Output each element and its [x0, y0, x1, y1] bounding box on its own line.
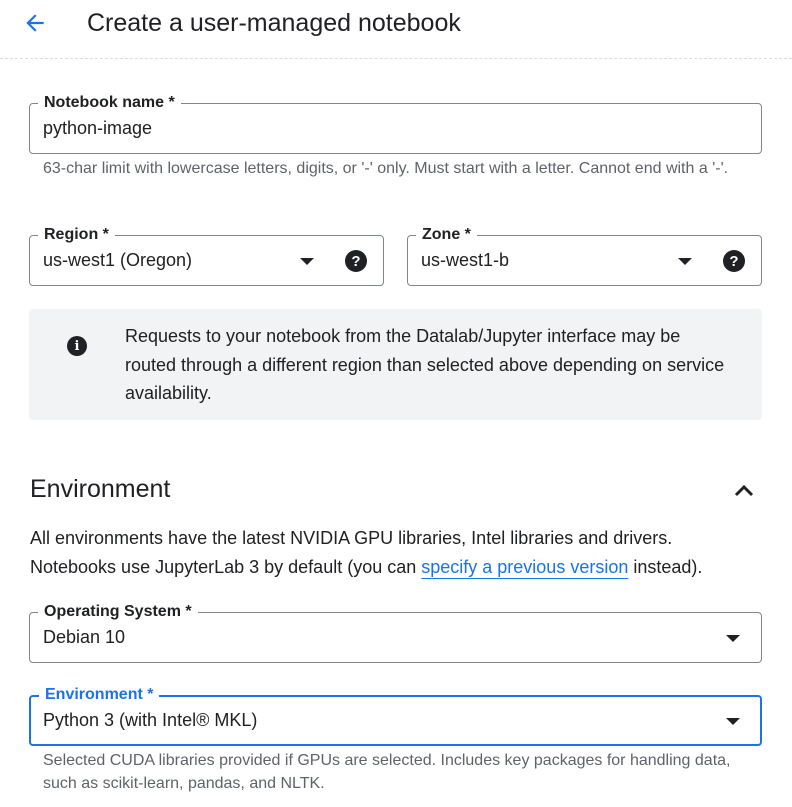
- notebook-name-field[interactable]: Notebook name * python-image: [29, 93, 762, 154]
- collapse-button[interactable]: [728, 476, 760, 504]
- region-value: us-west1 (Oregon): [43, 250, 193, 270]
- notebook-name-input[interactable]: python-image: [43, 104, 152, 153]
- operating-system-value: Debian 10: [43, 627, 126, 647]
- zone-select[interactable]: Zone * us-west1-b ?: [407, 225, 762, 286]
- region-select[interactable]: Region * us-west1 (Oregon) ?: [29, 225, 384, 286]
- dropdown-arrow-icon: [726, 635, 740, 642]
- dropdown-arrow-icon: [300, 258, 314, 265]
- environment-select[interactable]: Environment * Python 3 (with Intel® MKL): [29, 685, 762, 746]
- environment-value: Python 3 (with Intel® MKL): [43, 710, 258, 730]
- chevron-up-icon: [734, 484, 754, 497]
- environment-hint: Selected CUDA libraries provided if GPUs…: [43, 752, 731, 792]
- region-info-box: i Requests to your notebook from the Dat…: [29, 309, 762, 420]
- environment-description: All environments have the latest NVIDIA …: [30, 524, 770, 581]
- zone-value: us-west1-b: [421, 250, 510, 270]
- help-icon[interactable]: ?: [345, 250, 367, 272]
- dropdown-arrow-icon: [726, 718, 740, 725]
- notebook-name-hint: 63-char limit with lowercase letters, di…: [43, 160, 729, 177]
- arrow-back-icon: [26, 14, 44, 32]
- environment-description-line1: All environments have the latest NVIDIA …: [30, 528, 673, 548]
- operating-system-select[interactable]: Operating System * Debian 10: [29, 602, 762, 663]
- info-icon: i: [67, 336, 87, 356]
- specify-previous-version-link[interactable]: specify a previous version: [421, 557, 628, 577]
- back-button[interactable]: [18, 6, 52, 40]
- page-title: Create a user-managed notebook: [87, 9, 461, 37]
- dropdown-arrow-icon: [678, 258, 692, 265]
- region-info-text: Requests to your notebook from the Datal…: [125, 326, 725, 403]
- environment-section-title: Environment: [30, 475, 171, 503]
- help-icon[interactable]: ?: [723, 250, 745, 272]
- page-header: Create a user-managed notebook: [0, 0, 792, 59]
- environment-description-line2: Notebooks use JupyterLab 3 by default (y…: [30, 556, 703, 577]
